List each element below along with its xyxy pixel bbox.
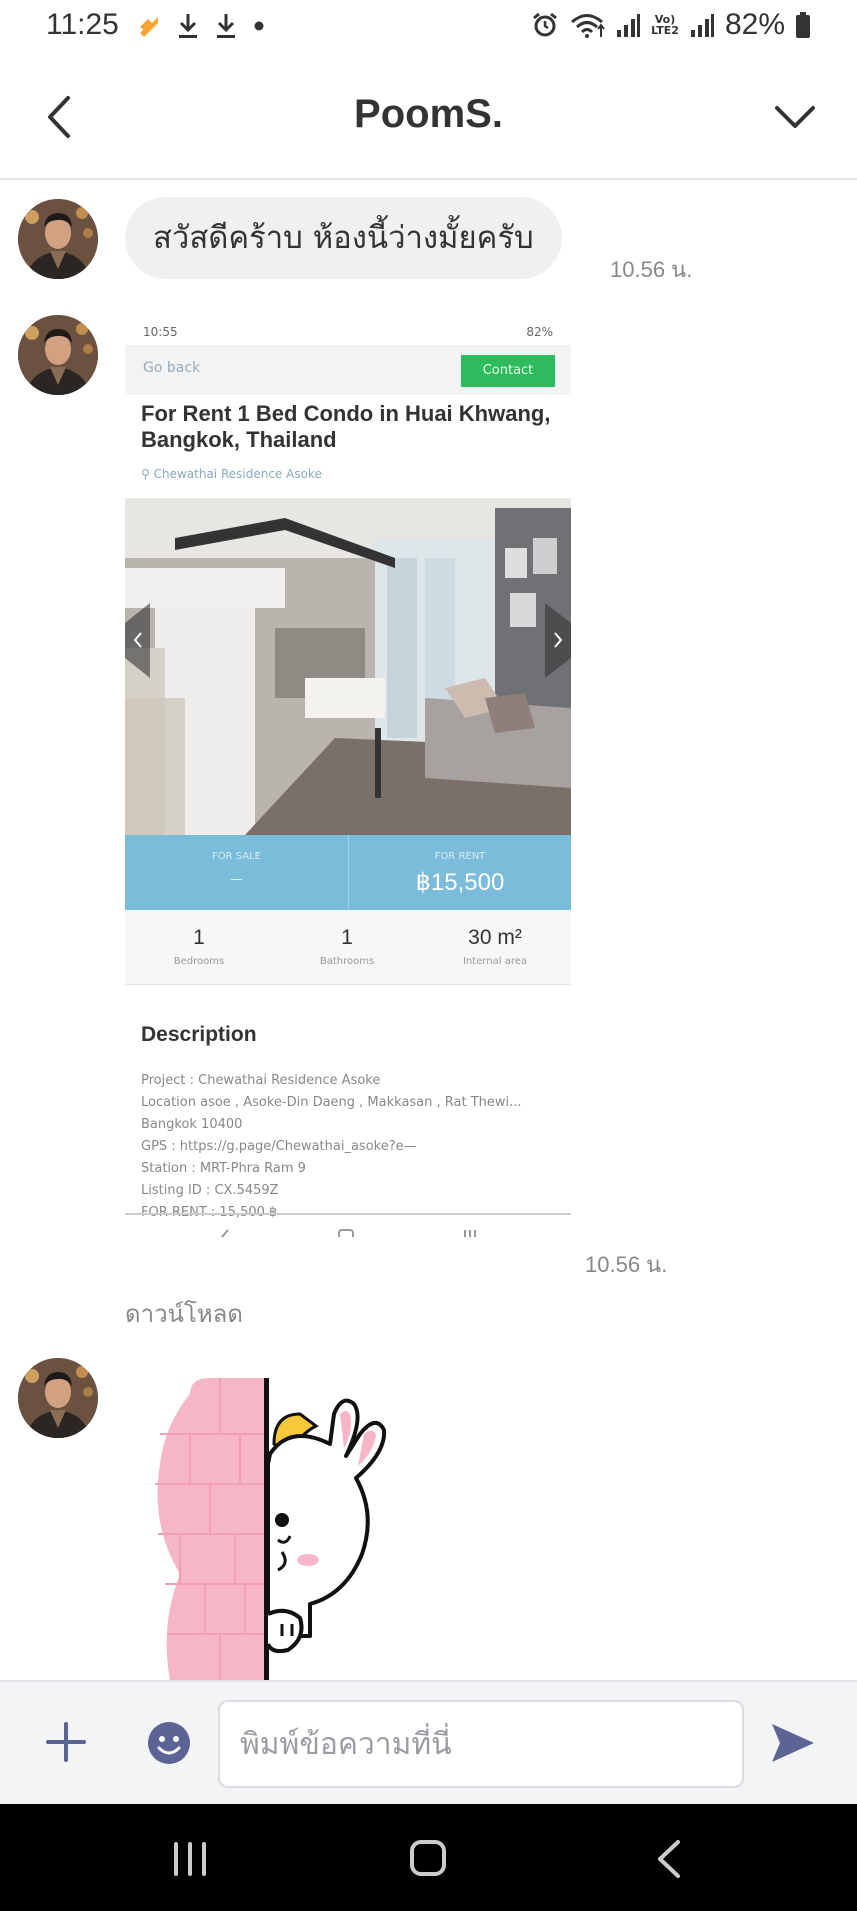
description-lines: Project : Chewathai Residence Asoke Loca…	[141, 1070, 561, 1224]
listing-photo	[125, 498, 571, 835]
stat-label: Bathrooms	[319, 956, 375, 967]
emoji-icon[interactable]	[146, 1720, 192, 1766]
stat-bathrooms: 1 Bathrooms	[273, 910, 421, 985]
chevron-down-icon[interactable]	[769, 96, 821, 136]
description-line: Bangkok 10400	[141, 1117, 243, 1132]
description-line: Project : Chewathai Residence Asoke	[141, 1073, 381, 1088]
send-icon[interactable]	[768, 1720, 816, 1766]
price-sale: FOR SALE —	[125, 835, 348, 910]
screenshot-status-time: 10:55	[143, 325, 178, 339]
wifi-icon	[571, 14, 605, 38]
screenshot-status-battery: 82%	[526, 325, 553, 339]
listing-stats: 1 Bedrooms 1 Bathrooms 30 m² Internal ar…	[125, 910, 571, 985]
home-icon[interactable]	[398, 1834, 458, 1884]
message-input[interactable]	[218, 1700, 744, 1788]
listing-title: For Rent 1 Bed Condo in Huai Khwang, Ban…	[141, 401, 551, 452]
status-bar: 11:25 Vo) LTE2 82%	[0, 0, 857, 56]
status-left-icons	[136, 12, 266, 40]
recents-icon[interactable]	[160, 1834, 220, 1884]
signal-icon	[617, 14, 641, 37]
description-line: GPS : https://g.page/Chewathai_asoke?e—	[141, 1139, 417, 1154]
screenshot-contact-button: Contact	[461, 355, 555, 387]
download-link[interactable]: ดาวน์โหลด	[125, 1294, 243, 1333]
status-time: 11:25	[46, 8, 119, 41]
alarm-icon	[533, 12, 558, 37]
sim-label-bottom: LTE2	[651, 24, 679, 37]
description-line: Listing ID : CX.5459Z	[141, 1183, 279, 1198]
price-sale-label: FOR SALE	[211, 851, 261, 862]
message-time: 10.56 น.	[585, 1252, 668, 1277]
download-icon	[179, 14, 197, 38]
battery-icon	[796, 12, 810, 38]
screenshot-system-nav	[220, 1229, 476, 1237]
signal-icon	[690, 14, 714, 37]
status-right-icons: Vo) LTE2 82%	[531, 8, 811, 42]
avatar[interactable]	[18, 315, 98, 395]
screenshot-navbar: Go back Contact	[125, 345, 571, 395]
message-input-bar	[0, 1680, 857, 1804]
avatar[interactable]	[18, 199, 98, 279]
sim-label: Vo) LTE2	[651, 14, 679, 36]
price-sale-value: —	[230, 872, 243, 886]
description-line: Location asoe , Asoke-Din Daeng , Makkas…	[141, 1095, 522, 1110]
stat-bedrooms: 1 Bedrooms	[125, 910, 273, 985]
location-pin-icon: ⚲	[141, 467, 154, 481]
stat-area: 30 m² Internal area	[421, 910, 569, 985]
chat-title: PoomS.	[354, 92, 503, 136]
screenshot-divider	[125, 1213, 571, 1215]
listing-prices: FOR SALE — FOR RENT ฿15,500	[125, 835, 571, 910]
system-nav-bar	[0, 1804, 857, 1911]
description-line: Station : MRT-Phra Ram 9	[141, 1161, 306, 1176]
plus-icon[interactable]	[44, 1720, 88, 1764]
price-rent: FOR RENT ฿15,500	[348, 835, 571, 910]
app-notification-icon	[140, 17, 158, 37]
stat-value: 1	[193, 926, 205, 949]
stat-value: 30 m²	[468, 926, 522, 949]
screenshot-back-label: Go back	[143, 360, 201, 376]
message-time: 10.56 น.	[610, 257, 693, 282]
stat-label: Bedrooms	[173, 956, 225, 967]
listing-location-text: Chewathai Residence Asoke	[153, 467, 322, 481]
description-title: Description	[141, 1023, 257, 1046]
listing-location: ⚲ Chewathai Residence Asoke	[141, 467, 322, 481]
shared-screenshot[interactable]: 10:55 82% Go back Contact For Rent 1 Bed…	[125, 315, 571, 1237]
stat-label: Internal area	[462, 956, 528, 967]
price-rent-value: ฿15,500	[415, 869, 505, 896]
avatar[interactable]	[18, 1358, 98, 1438]
bunny-peeking-sticker[interactable]	[150, 1374, 390, 1680]
stat-value: 1	[341, 926, 353, 949]
battery-percent: 82%	[724, 8, 785, 41]
price-rent-label: FOR RENT	[434, 851, 486, 862]
chat-header: PoomS.	[0, 56, 857, 180]
back-icon[interactable]	[640, 1834, 700, 1884]
download-icon	[217, 14, 235, 38]
dot-icon	[254, 21, 264, 31]
message-bubble[interactable]: สวัสดีคร้าบ ห้องนี้ว่างมั้ยครับ	[125, 197, 562, 279]
